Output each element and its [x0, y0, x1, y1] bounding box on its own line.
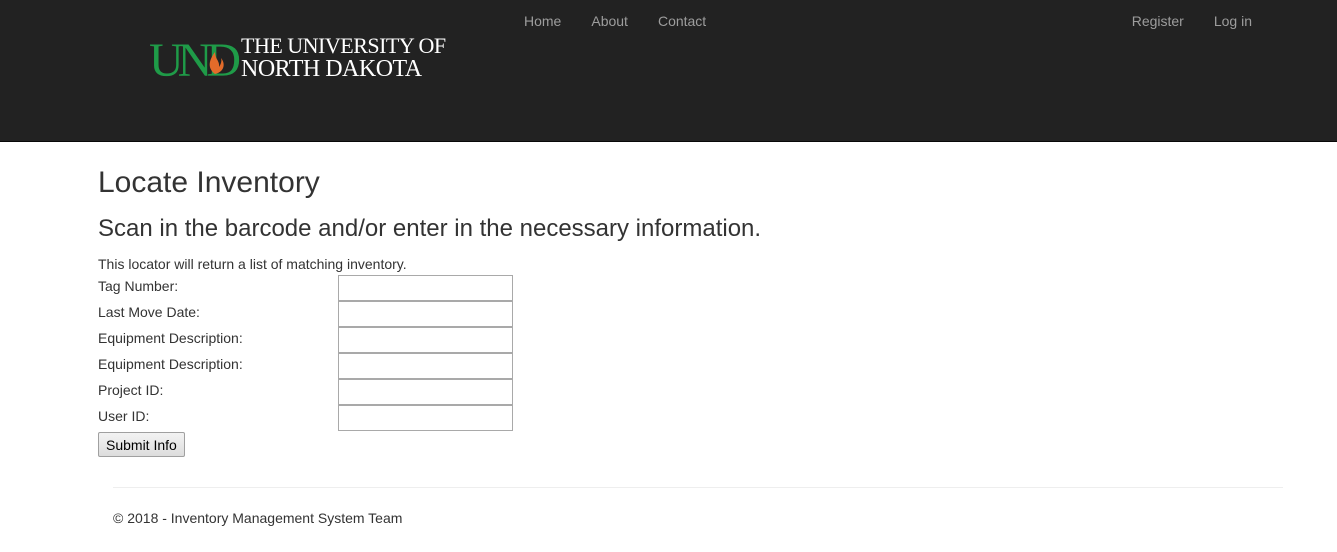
und-logo-graphic: UND THE UNIVERSITY OF NORTH DAKOTA	[149, 34, 446, 82]
nav-register-link[interactable]: Register	[1117, 0, 1199, 42]
project-id-input[interactable]	[338, 379, 513, 405]
user-id-input[interactable]	[338, 405, 513, 431]
nav-login-link[interactable]: Log in	[1199, 0, 1267, 42]
form-row-tag-number: Tag Number:	[98, 275, 513, 301]
account-nav: Register Log in	[1117, 0, 1267, 42]
locate-form: Tag Number: Last Move Date: Equipment De…	[98, 275, 513, 431]
form-row-project-id: Project ID:	[98, 379, 513, 405]
und-logo-mark: UND	[149, 34, 239, 82]
last-move-date-input[interactable]	[338, 301, 513, 327]
project-id-label: Project ID:	[98, 382, 164, 398]
nav-about-link[interactable]: About	[576, 0, 643, 42]
form-row-equipment-description: Equipment Description:	[98, 327, 513, 353]
locator-note: This locator will return a list of match…	[98, 256, 407, 272]
form-row-last-move-date: Last Move Date:	[98, 301, 513, 327]
nav-contact-link[interactable]: Contact	[643, 0, 721, 42]
main-content: Locate Inventory Scan in the barcode and…	[98, 142, 1283, 526]
footer-divider	[113, 487, 1283, 488]
equipment-description-2-input[interactable]	[338, 353, 513, 379]
user-id-label: User ID:	[98, 408, 150, 424]
nav-home-link[interactable]: Home	[509, 0, 576, 42]
equipment-description-2-label: Equipment Description:	[98, 356, 243, 372]
footer-copyright: © 2018 - Inventory Management System Tea…	[113, 510, 403, 526]
form-row-equipment-description-2: Equipment Description:	[98, 353, 513, 379]
last-move-date-label: Last Move Date:	[98, 304, 200, 320]
logo-line-1: THE UNIVERSITY OF	[241, 34, 446, 58]
tag-number-input[interactable]	[338, 275, 513, 301]
tag-number-label: Tag Number:	[98, 278, 179, 294]
equipment-description-input[interactable]	[338, 327, 513, 353]
und-logo[interactable]: UND THE UNIVERSITY OF NORTH DAKOTA	[149, 34, 459, 82]
main-nav: Home About Contact	[509, 0, 721, 42]
submit-info-button[interactable]: Submit Info	[98, 432, 185, 457]
equipment-description-label: Equipment Description:	[98, 330, 243, 346]
logo-line-2: NORTH DAKOTA	[241, 56, 423, 82]
top-navbar: UND THE UNIVERSITY OF NORTH DAKOTA Home …	[0, 0, 1337, 142]
form-row-user-id: User ID:	[98, 405, 513, 431]
page-subtitle: Scan in the barcode and/or enter in the …	[98, 215, 762, 242]
page-title: Locate Inventory	[98, 166, 320, 199]
